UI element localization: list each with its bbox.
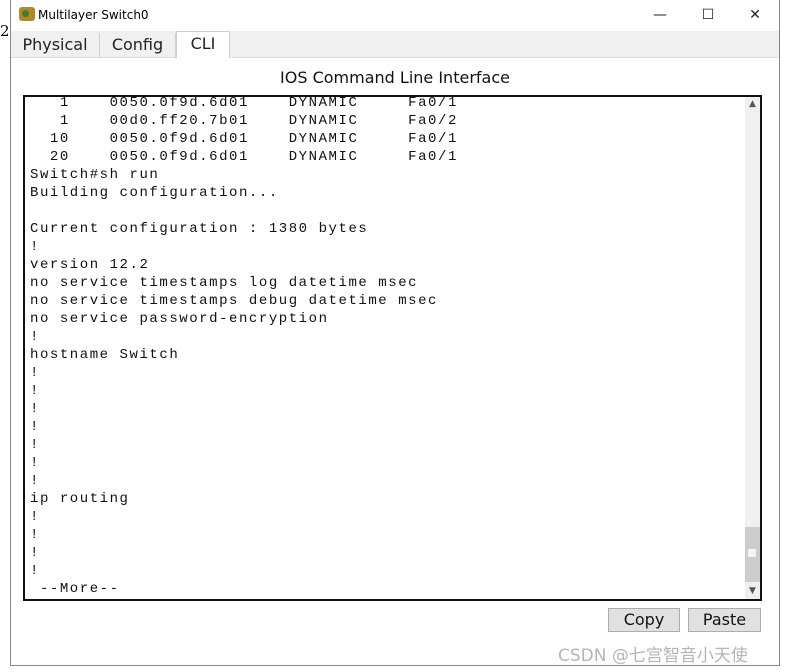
terminal-line: ! (30, 239, 40, 255)
maximize-button[interactable]: ☐ (693, 4, 723, 26)
terminal-line: ip routing (30, 491, 130, 507)
terminal-line: no service timestamps debug datetime mse… (30, 293, 439, 309)
tab-cli[interactable]: CLI (176, 31, 230, 59)
terminal-line: ! (30, 545, 40, 561)
terminal-line: no service password-encryption (30, 311, 329, 327)
vertical-scrollbar[interactable]: ▲ ▼ (745, 97, 760, 599)
terminal-line: hostname Switch (30, 347, 180, 363)
close-button[interactable]: ✕ (740, 4, 770, 26)
terminal-line: Current configuration : 1380 bytes (30, 221, 369, 237)
cli-panel: IOS Command Line Interface 1 0050.0f9d.6… (11, 58, 779, 665)
watermark: CSDN @七宫智音小天使 (558, 646, 748, 666)
terminal-line: 1 0050.0f9d.6d01 DYNAMIC Fa0/1 (30, 95, 458, 111)
terminal-line: Building configuration... (30, 185, 279, 201)
scrollbar-thumb[interactable] (745, 527, 760, 582)
terminal-line: ! (30, 419, 40, 435)
terminal-line: ! (30, 401, 40, 417)
terminal-line: ! (30, 509, 40, 525)
scroll-up-icon[interactable]: ▲ (745, 97, 760, 112)
minimize-button[interactable]: — (645, 4, 675, 26)
device-window: Multilayer Switch0 — ☐ ✕ Physical Config… (10, 0, 780, 666)
tab-physical[interactable]: Physical (11, 33, 100, 58)
background-text-fragment: 2 (0, 22, 10, 40)
paste-button[interactable]: Paste (688, 608, 761, 632)
copy-button[interactable]: Copy (608, 608, 680, 632)
terminal-line: ! (30, 455, 40, 471)
terminal-lines: 1 0050.0f9d.6d01 DYNAMIC Fa0/1 1 00d0.ff… (30, 95, 458, 598)
terminal-line: ! (30, 329, 40, 345)
tab-bar: Physical Config CLI (11, 31, 779, 59)
title-bar: Multilayer Switch0 — ☐ ✕ (11, 0, 779, 31)
terminal-line: ! (30, 473, 40, 489)
terminal-line: no service timestamps log datetime msec (30, 275, 419, 291)
terminal-line: 10 0050.0f9d.6d01 DYNAMIC Fa0/1 (30, 131, 458, 147)
terminal-line: ! (30, 365, 40, 381)
terminal-line: ! (30, 437, 40, 453)
terminal-output[interactable]: 1 0050.0f9d.6d01 DYNAMIC Fa0/1 1 00d0.ff… (23, 95, 762, 601)
terminal-line: ! (30, 563, 40, 579)
terminal-line: version 12.2 (30, 257, 150, 273)
tab-config[interactable]: Config (100, 33, 176, 58)
switch-app-icon (19, 7, 35, 21)
terminal-line: Switch#sh run (30, 167, 160, 183)
terminal-line: --More-- (30, 581, 120, 597)
window-title: Multilayer Switch0 (38, 8, 149, 22)
terminal-line: ! (30, 527, 40, 543)
terminal-line: ! (30, 383, 40, 399)
terminal-line: 20 0050.0f9d.6d01 DYNAMIC Fa0/1 (30, 149, 458, 165)
scroll-down-icon[interactable]: ▼ (745, 584, 760, 599)
terminal-line: 1 00d0.ff20.7b01 DYNAMIC Fa0/2 (30, 113, 458, 129)
panel-title: IOS Command Line Interface (280, 68, 510, 87)
